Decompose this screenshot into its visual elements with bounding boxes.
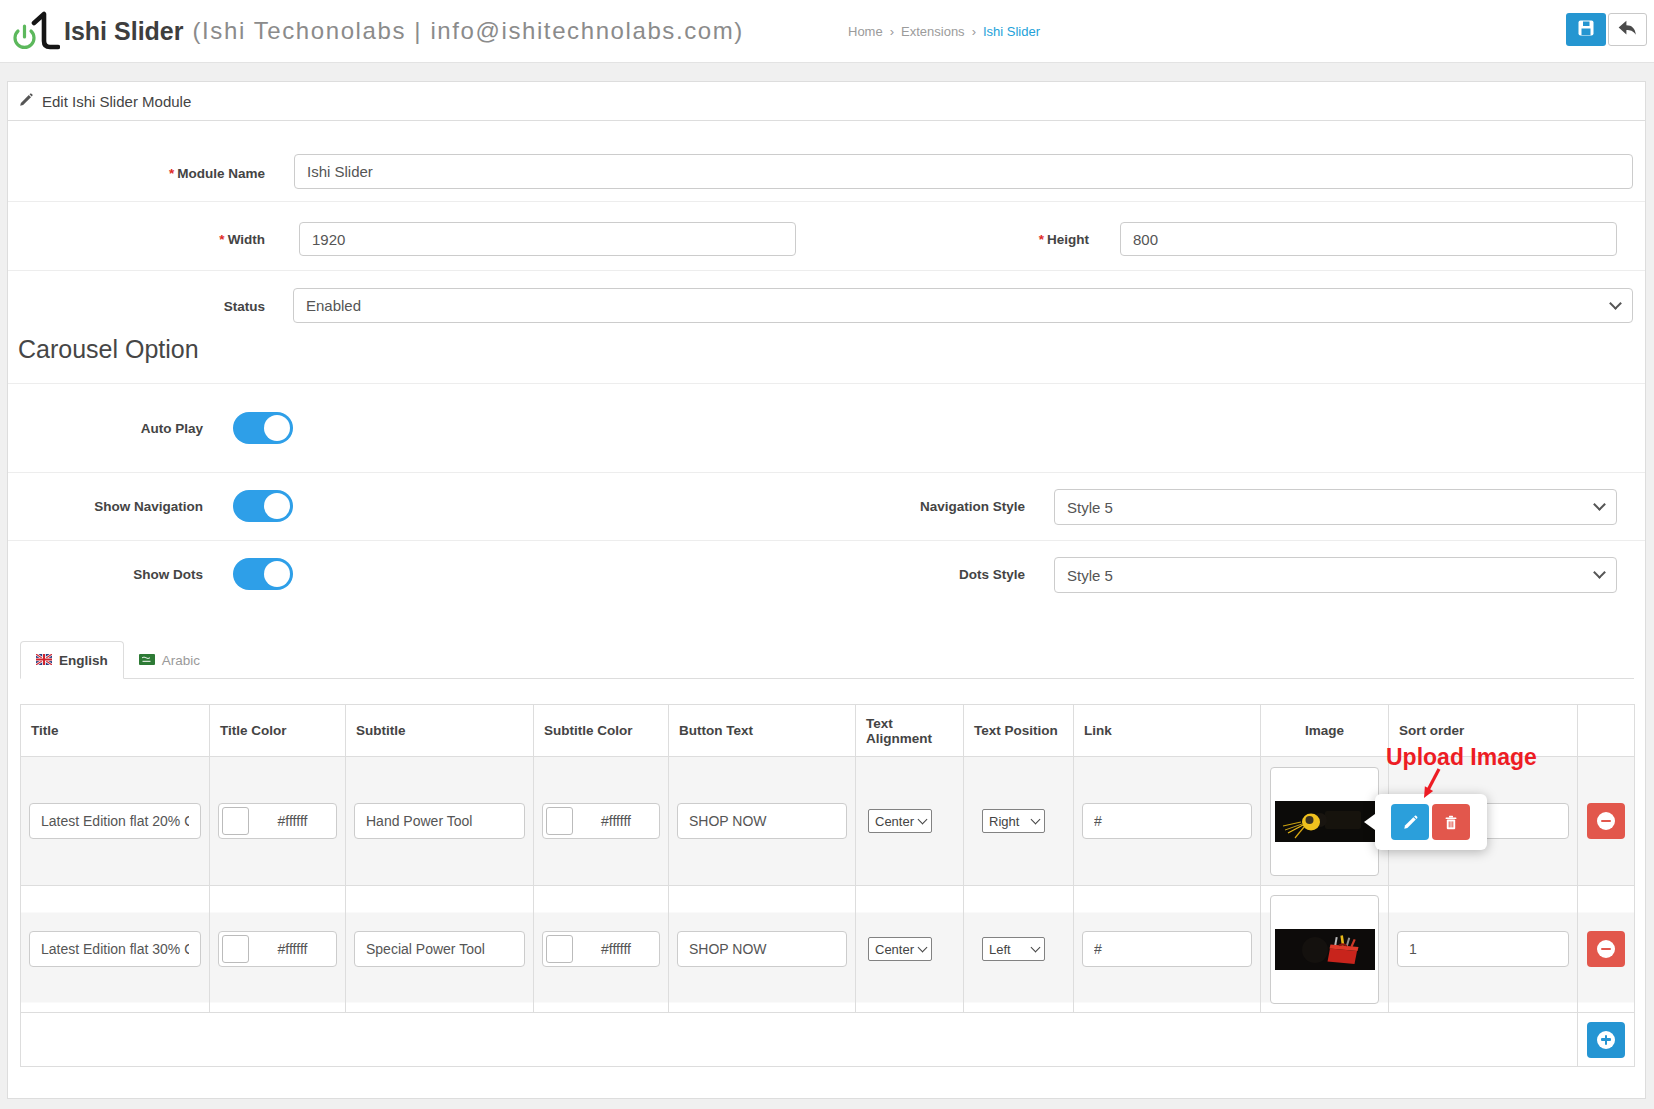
show-dots-label: Show Dots: [8, 566, 203, 583]
button-text-input[interactable]: [677, 931, 847, 967]
color-swatch[interactable]: [546, 807, 573, 835]
text-alignment-select[interactable]: Center: [868, 937, 932, 961]
language-tabs: English Arabic: [20, 641, 1634, 679]
col-title: Title: [21, 705, 210, 757]
panel-heading-label: Edit Ishi Slider Module: [42, 93, 191, 110]
color-swatch[interactable]: [222, 807, 249, 835]
width-input[interactable]: [299, 222, 796, 256]
color-swatch[interactable]: [222, 935, 249, 963]
annotation-arrow: [1400, 766, 1446, 806]
top-header-bar: Ishi Slider (Ishi Techonolabs | info@ish…: [0, 0, 1654, 63]
show-dots-toggle[interactable]: [233, 558, 293, 590]
col-actions: [1578, 705, 1635, 757]
dots-style-select[interactable]: Style 5: [1054, 557, 1617, 593]
slide-image-upload[interactable]: [1270, 767, 1379, 876]
breadcrumb-extensions[interactable]: Extensions: [901, 24, 965, 39]
slide-image-thumbnail: [1275, 801, 1375, 842]
ishi-logo: [10, 10, 60, 56]
breadcrumb: Home › Extensions › Ishi Slider: [848, 0, 1040, 62]
link-input[interactable]: [1082, 803, 1252, 839]
subtitle-color-input[interactable]: #ffffff: [542, 803, 660, 839]
col-text-position: Text Position: [964, 705, 1074, 757]
tab-english[interactable]: English: [20, 641, 124, 679]
module-name-input[interactable]: [294, 154, 1633, 189]
title-input[interactable]: [29, 803, 201, 839]
height-label: *Height: [889, 231, 1089, 248]
delete-image-button[interactable]: [1432, 804, 1470, 840]
status-label: Status: [8, 298, 265, 315]
col-button-text: Button Text: [669, 705, 856, 757]
status-select[interactable]: Enabled: [293, 288, 1633, 323]
pencil-icon: [1403, 815, 1418, 830]
width-label: *Width: [8, 231, 265, 248]
col-subtitle-color: Subtitle Color: [534, 705, 669, 757]
col-subtitle: Subtitle: [346, 705, 534, 757]
link-input[interactable]: [1082, 931, 1252, 967]
plus-circle-icon: [1597, 1031, 1615, 1049]
sort-order-input[interactable]: [1397, 931, 1569, 967]
save-button[interactable]: [1566, 13, 1606, 46]
auto-play-label: Auto Play: [8, 420, 203, 437]
tab-arabic-label: Arabic: [162, 653, 200, 668]
trash-icon: [1444, 815, 1458, 830]
tab-arabic[interactable]: Arabic: [124, 641, 215, 679]
add-row-button[interactable]: [1587, 1022, 1625, 1058]
page-subtitle: (Ishi Techonolabs | info@ishitechnolabs.…: [192, 17, 743, 45]
breadcrumb-separator: ›: [890, 24, 894, 39]
upload-image-button[interactable]: [1391, 804, 1429, 840]
slide-image-upload[interactable]: [1270, 895, 1379, 1004]
col-link: Link: [1074, 705, 1261, 757]
title-input[interactable]: [29, 931, 201, 967]
text-position-select[interactable]: Right: [982, 809, 1045, 833]
carousel-option-heading: Carousel Option: [18, 335, 199, 364]
show-navigation-toggle[interactable]: [233, 490, 293, 522]
subtitle-input[interactable]: [354, 931, 525, 967]
panel-heading: Edit Ishi Slider Module: [8, 82, 1645, 121]
subtitle-input[interactable]: [354, 803, 525, 839]
col-image: Image: [1261, 705, 1389, 757]
edit-module-panel: Edit Ishi Slider Module *Module Name *Wi…: [7, 81, 1646, 1099]
save-icon: [1577, 19, 1595, 41]
text-alignment-select[interactable]: Center: [868, 809, 932, 833]
title-color-input[interactable]: #ffffff: [218, 931, 337, 967]
auto-play-toggle[interactable]: [233, 412, 293, 444]
subtitle-color-input[interactable]: #ffffff: [542, 931, 660, 967]
pencil-icon: [19, 93, 33, 110]
navigation-style-select[interactable]: Style 5: [1054, 489, 1617, 525]
breadcrumb-separator: ›: [972, 24, 976, 39]
uk-flag-icon: [36, 653, 52, 668]
minus-circle-icon: [1597, 812, 1615, 830]
title-color-input[interactable]: #ffffff: [218, 803, 337, 839]
col-text-alignment: Text Alignment: [856, 705, 964, 757]
slide-image-thumbnail: [1275, 929, 1375, 970]
breadcrumb-home[interactable]: Home: [848, 24, 883, 39]
dots-style-label: Dots Style: [825, 566, 1025, 583]
back-button[interactable]: [1608, 13, 1647, 46]
reply-arrow-icon: [1617, 18, 1638, 41]
breadcrumb-current[interactable]: Ishi Slider: [983, 24, 1040, 39]
minus-circle-icon: [1597, 940, 1615, 958]
module-name-label: *Module Name: [8, 165, 265, 182]
page-title: Ishi Slider: [64, 17, 183, 46]
text-position-select[interactable]: Left: [982, 937, 1045, 961]
navigation-style-label: Navigation Style: [825, 498, 1025, 515]
remove-row-button[interactable]: [1587, 803, 1625, 839]
table-footer-row: [21, 1013, 1635, 1067]
saudi-flag-icon: [139, 653, 155, 668]
color-swatch[interactable]: [546, 935, 573, 963]
show-navigation-label: Show Navigation: [8, 498, 203, 515]
height-input[interactable]: [1120, 222, 1617, 256]
button-text-input[interactable]: [677, 803, 847, 839]
col-title-color: Title Color: [210, 705, 346, 757]
remove-row-button[interactable]: [1587, 931, 1625, 967]
tab-english-label: English: [59, 653, 108, 668]
slide-row-2: #ffffff #ffffff Center: [21, 886, 1635, 1013]
